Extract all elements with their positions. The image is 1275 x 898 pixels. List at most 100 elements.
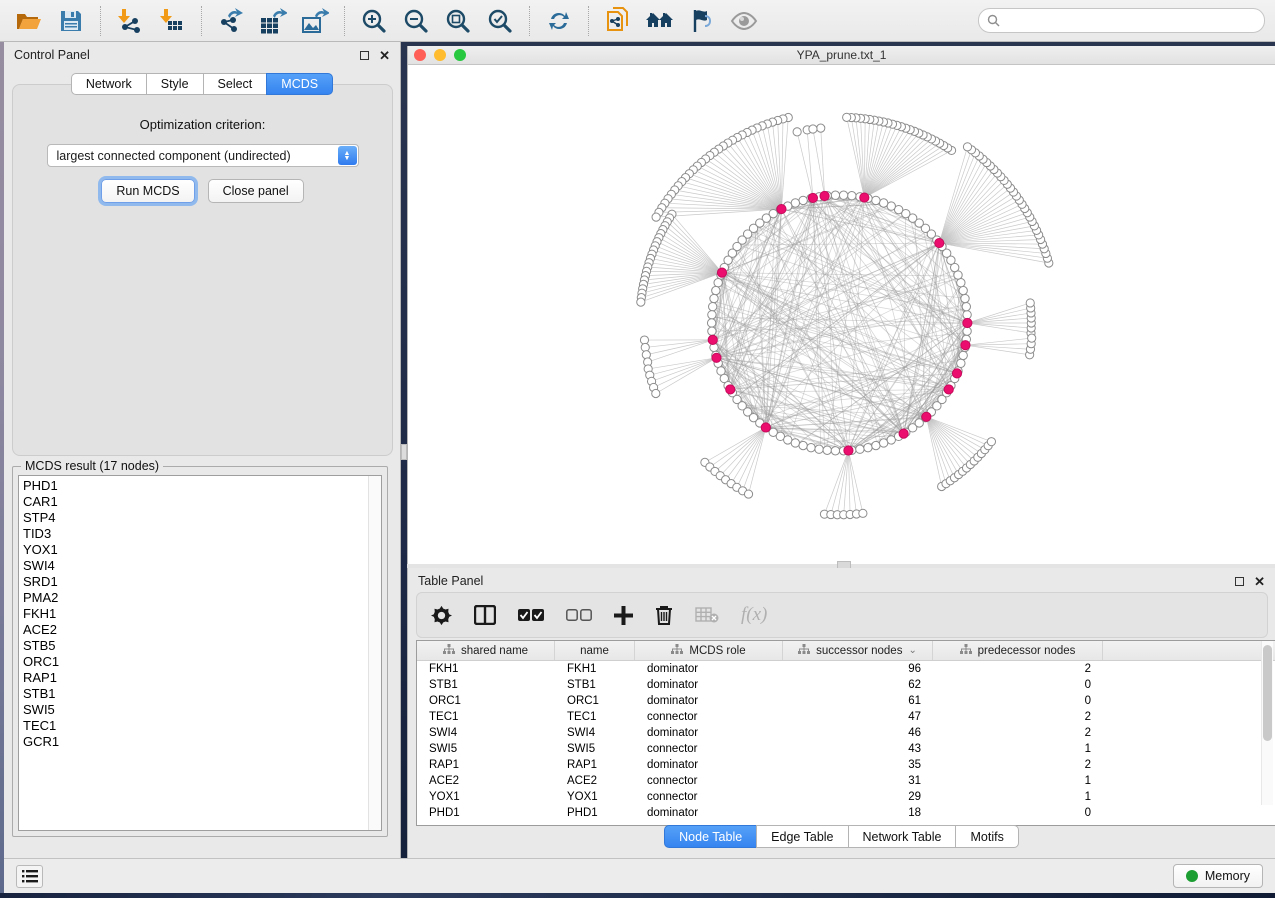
close-panel-icon[interactable]: ✕ [379, 49, 390, 62]
network-node[interactable] [879, 199, 887, 207]
table-row[interactable]: ACE2ACE2connector311 [417, 773, 1275, 789]
mcds-result-item[interactable]: PHD1 [23, 478, 381, 494]
search-field[interactable] [978, 8, 1265, 33]
zoom-out-button[interactable] [397, 4, 435, 38]
network-node[interactable] [708, 311, 716, 319]
mcds-result-item[interactable]: TID3 [23, 526, 381, 542]
table-row[interactable]: PHD1PHD1dominator180 [417, 805, 1275, 821]
column-header-name[interactable]: name [555, 641, 635, 660]
mcds-dominator-node[interactable] [922, 412, 931, 421]
mcds-dominator-node[interactable] [860, 193, 869, 202]
mcds-dominator-node[interactable] [726, 385, 735, 394]
vertical-splitter-handle[interactable] [401, 444, 407, 460]
mcds-result-item[interactable]: ORC1 [23, 654, 381, 670]
network-leaf-node[interactable] [843, 113, 851, 121]
network-node[interactable] [963, 327, 971, 335]
network-window-titlebar[interactable]: YPA_prune.txt_1 [408, 46, 1275, 65]
table-row[interactable]: FKH1FKH1dominator962 [417, 661, 1275, 677]
tab-network-table[interactable]: Network Table [848, 825, 956, 848]
network-leaf-node[interactable] [1028, 334, 1036, 342]
table-row[interactable]: YOX1YOX1connector291 [417, 789, 1275, 805]
close-panel-button[interactable]: Close panel [208, 179, 304, 203]
network-node[interactable] [961, 294, 969, 302]
import-table-button[interactable] [153, 4, 191, 38]
network-node[interactable] [799, 441, 807, 449]
table-scrollbar-thumb[interactable] [1263, 645, 1272, 741]
mcds-dominator-node[interactable] [952, 369, 961, 378]
tab-style[interactable]: Style [146, 73, 203, 95]
table-row[interactable]: STB1STB1dominator620 [417, 677, 1275, 693]
mcds-dominator-node[interactable] [944, 385, 953, 394]
network-node[interactable] [831, 191, 839, 199]
table-row[interactable]: RAP1RAP1dominator352 [417, 757, 1275, 773]
add-column-button[interactable] [614, 606, 633, 625]
network-node[interactable] [963, 311, 971, 319]
network-node[interactable] [712, 286, 720, 294]
mcds-result-item[interactable]: STP4 [23, 510, 381, 526]
tab-node-table[interactable]: Node Table [664, 825, 756, 848]
zoom-fit-button[interactable] [439, 4, 477, 38]
split-columns-button[interactable] [474, 605, 496, 625]
import-network-button[interactable] [111, 4, 149, 38]
network-node[interactable] [791, 439, 799, 447]
network-node[interactable] [815, 445, 823, 453]
float-panel-icon[interactable] [360, 51, 369, 60]
column-header-shared-name[interactable]: shared name [417, 641, 555, 660]
mcds-result-item[interactable]: SWI4 [23, 558, 381, 574]
network-leaf-node[interactable] [859, 509, 867, 517]
network-leaf-node[interactable] [987, 438, 995, 446]
network-node[interactable] [831, 447, 839, 455]
float-table-panel-icon[interactable] [1235, 577, 1244, 586]
network-node[interactable] [959, 351, 967, 359]
network-node[interactable] [707, 319, 715, 327]
network-leaf-node[interactable] [809, 125, 817, 133]
network-node[interactable] [959, 286, 967, 294]
mcds-dominator-node[interactable] [961, 341, 970, 350]
mcds-result-item[interactable]: RAP1 [23, 670, 381, 686]
mcds-dominator-node[interactable] [712, 353, 721, 362]
network-node[interactable] [856, 445, 864, 453]
select-all-checkboxes-button[interactable] [518, 609, 544, 622]
mcds-result-item[interactable]: FKH1 [23, 606, 381, 622]
mcds-dominator-node[interactable] [777, 204, 786, 213]
zoom-selected-button[interactable] [481, 4, 519, 38]
mcds-dominator-node[interactable] [761, 423, 770, 432]
tab-mcds[interactable]: MCDS [266, 73, 333, 95]
network-graph-canvas[interactable] [408, 65, 1275, 563]
mcds-dominator-node[interactable] [708, 335, 717, 344]
tab-motifs[interactable]: Motifs [955, 825, 1018, 848]
close-table-panel-icon[interactable]: ✕ [1254, 575, 1265, 588]
hide-panel-button[interactable] [683, 4, 721, 38]
table-row[interactable]: SWI5SWI5connector431 [417, 741, 1275, 757]
network-leaf-node[interactable] [652, 389, 660, 397]
table-row[interactable]: SWI4SWI4dominator462 [417, 725, 1275, 741]
mcds-result-list[interactable]: PHD1CAR1STP4TID3YOX1SWI4SRD1PMA2FKH1ACE2… [18, 475, 382, 831]
mcds-result-item[interactable]: SRD1 [23, 574, 381, 590]
network-leaf-node[interactable] [642, 351, 650, 359]
mcds-result-item[interactable]: GCR1 [23, 734, 381, 750]
task-history-button[interactable] [16, 865, 43, 888]
export-image-button[interactable] [296, 4, 334, 38]
export-table-button[interactable] [254, 4, 292, 38]
result-list-scrollbar[interactable] [368, 476, 381, 830]
network-node[interactable] [957, 359, 965, 367]
table-row[interactable]: ORC1ORC1dominator610 [417, 693, 1275, 709]
run-mcds-button[interactable]: Run MCDS [101, 179, 194, 203]
clone-network-button[interactable] [599, 4, 637, 38]
network-leaf-node[interactable] [817, 124, 825, 132]
network-node[interactable] [710, 294, 718, 302]
mcds-result-item[interactable]: TEC1 [23, 718, 381, 734]
network-leaf-node[interactable] [963, 143, 971, 151]
memory-button[interactable]: Memory [1173, 864, 1263, 888]
network-node[interactable] [823, 446, 831, 454]
network-leaf-node[interactable] [793, 128, 801, 136]
mcds-dominator-node[interactable] [899, 429, 908, 438]
delete-column-button[interactable] [655, 605, 673, 625]
zoom-in-button[interactable] [355, 4, 393, 38]
column-header-MCDS-role[interactable]: MCDS role [635, 641, 783, 660]
column-header-successor-nodes[interactable]: successor nodes⌄ [783, 641, 933, 660]
network-leaf-node[interactable] [744, 490, 752, 498]
network-node[interactable] [839, 191, 847, 199]
refresh-button[interactable] [540, 4, 578, 38]
network-leaf-node[interactable] [637, 298, 645, 306]
